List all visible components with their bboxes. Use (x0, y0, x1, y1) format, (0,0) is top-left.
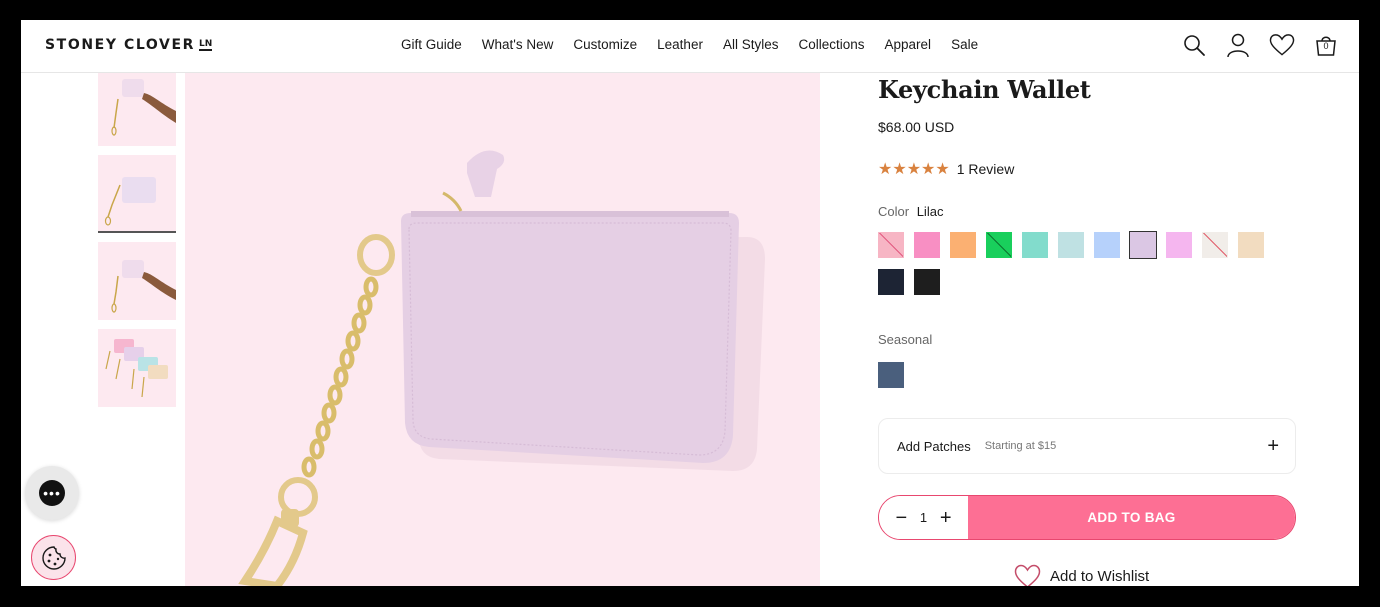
swatch-green[interactable] (986, 232, 1012, 258)
swatch-pink-slash[interactable] (878, 232, 904, 258)
site-header: STONEY CLOVER LN Gift Guide What's New C… (21, 20, 1359, 73)
nav-collections[interactable]: Collections (798, 37, 864, 52)
swatch-bubblegum[interactable] (914, 232, 940, 258)
color-label: Color Lilac (878, 204, 943, 219)
wishlist-label: Add to Wishlist (1050, 568, 1150, 585)
swatch-seasonal-denim[interactable] (878, 362, 904, 388)
plus-icon[interactable]: + (1267, 435, 1279, 458)
bag-icon[interactable]: 0 (1313, 32, 1339, 58)
product-main-image[interactable] (185, 73, 820, 586)
search-icon[interactable] (1181, 32, 1207, 58)
swatch-peach[interactable] (950, 232, 976, 258)
logo-text: STONEY CLOVER (45, 37, 196, 53)
sold-out-slash (879, 233, 903, 257)
nav-gift-guide[interactable]: Gift Guide (401, 37, 462, 52)
nav-apparel[interactable]: Apparel (885, 37, 932, 52)
nav-leather[interactable]: Leather (657, 37, 703, 52)
product-title: Keychain Wallet (878, 75, 1091, 104)
patches-title: Add Patches (897, 438, 971, 454)
add-patches-panel[interactable]: Add Patches Starting at $15 + (878, 418, 1296, 474)
patches-price: Starting at $15 (984, 440, 1057, 452)
color-swatches (878, 231, 1298, 306)
sold-out-slash (987, 233, 1011, 257)
increase-quantity-button[interactable]: + (936, 508, 956, 528)
sold-out-slash (1203, 233, 1227, 257)
add-to-bag-button[interactable]: ADD TO BAG (968, 496, 1295, 539)
swatch-white[interactable] (1202, 232, 1228, 258)
decrease-quantity-button[interactable]: − (891, 508, 911, 528)
header-actions: 0 (1181, 32, 1339, 58)
nav-all-styles[interactable]: All Styles (723, 37, 779, 52)
account-icon[interactable] (1225, 32, 1251, 58)
cookie-icon (41, 545, 66, 570)
selected-color: Lilac (916, 204, 944, 219)
color-label-text: Color (878, 204, 910, 219)
seasonal-label: Seasonal (878, 332, 933, 347)
thumbnail-1[interactable] (98, 73, 176, 146)
logo-mark: LN (199, 38, 213, 51)
review-count[interactable]: 1 Review (957, 161, 1015, 177)
swatch-sky[interactable] (1058, 232, 1084, 258)
nav-whats-new[interactable]: What's New (482, 37, 554, 52)
quantity-value[interactable]: 1 (920, 510, 927, 525)
swatch-lilac[interactable] (1129, 231, 1157, 259)
rating[interactable]: ★★★★★ 1 Review (878, 159, 1014, 179)
swatch-navy[interactable] (878, 269, 904, 295)
cookie-settings-button[interactable] (31, 535, 76, 580)
heart-icon[interactable] (1269, 32, 1295, 58)
swatch-periwinkle[interactable] (1094, 232, 1120, 258)
chat-icon: ••• (39, 480, 65, 506)
page-viewport: STONEY CLOVER LN Gift Guide What's New C… (21, 20, 1359, 586)
logo[interactable]: STONEY CLOVER LN (45, 37, 213, 53)
thumbnail-2[interactable] (98, 155, 176, 233)
thumbnail-gallery (98, 73, 176, 416)
heart-outline-icon (1014, 564, 1041, 586)
add-to-wishlist-button[interactable]: Add to Wishlist (1014, 564, 1149, 586)
swatch-sand[interactable] (1238, 232, 1264, 258)
star-rating-icon: ★★★★★ (878, 161, 950, 178)
bag-count: 0 (1323, 41, 1329, 51)
swatch-orchid[interactable] (1166, 232, 1192, 258)
thumbnail-4[interactable] (98, 329, 176, 407)
nav-sale[interactable]: Sale (951, 37, 978, 52)
product-price: $68.00 USD (878, 119, 955, 135)
swatch-black[interactable] (914, 269, 940, 295)
nav-customize[interactable]: Customize (573, 37, 637, 52)
purchase-row: − 1 + ADD TO BAG (878, 495, 1296, 540)
swatch-seafoam[interactable] (1022, 232, 1048, 258)
chat-widget-button[interactable]: ••• (25, 466, 79, 520)
thumbnail-3[interactable] (98, 242, 176, 320)
main-nav: Gift Guide What's New Customize Leather … (401, 37, 998, 52)
quantity-stepper: − 1 + (879, 496, 968, 539)
